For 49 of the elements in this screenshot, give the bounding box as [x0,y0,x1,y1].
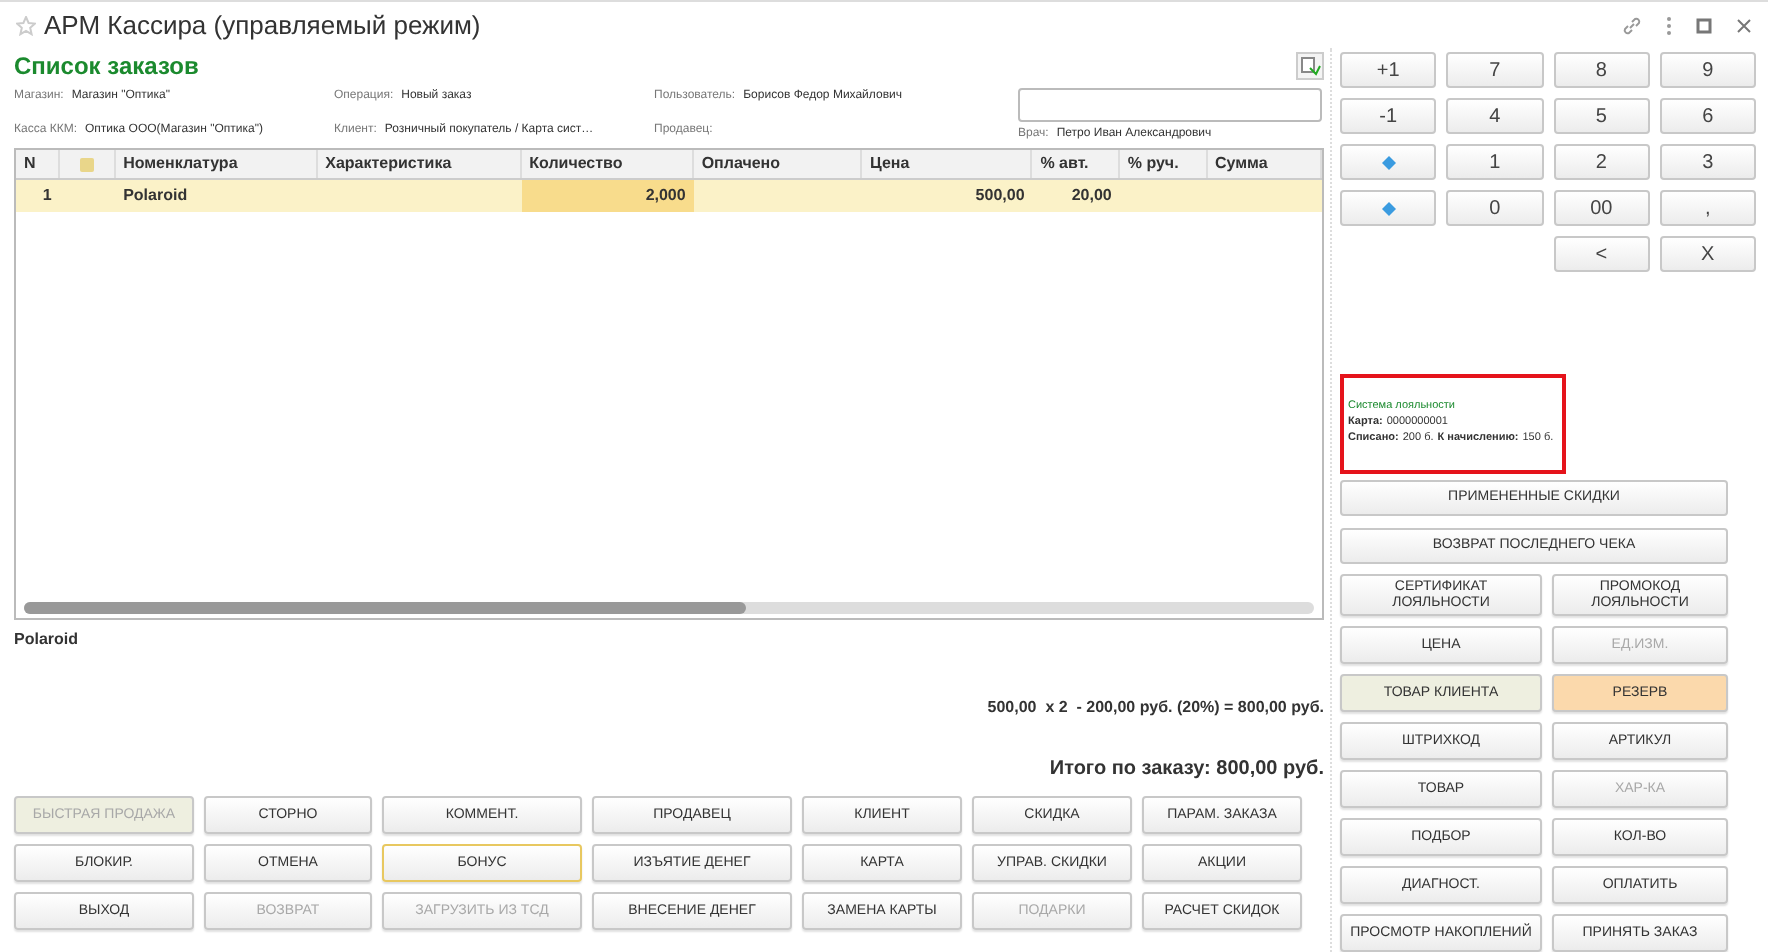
close-icon[interactable] [1736,17,1752,33]
keypad-button[interactable]: 3 [1659,144,1756,180]
keypad-button[interactable]: < [1553,236,1650,272]
table-cell: 2,000 [521,180,694,212]
column-header[interactable]: % руч. [1119,150,1207,178]
keypad-button[interactable]: 0 [1446,190,1543,226]
keypad-button[interactable]: 7 [1446,52,1543,88]
horizontal-scrollbar[interactable] [24,602,1314,614]
diamond-icon [1381,201,1396,215]
keypad-button[interactable]: X [1659,236,1756,272]
keypad-button[interactable]: -1 [1340,98,1437,134]
keypad-button[interactable]: 2 [1553,144,1650,180]
line-calculation: 500,00 x 2 - 200,00 руб. (20%) = 800,00 руб. [987,696,1324,720]
table-cell-text: 20,00 [1069,184,1114,208]
keypad-button[interactable]: 5 [1553,98,1650,134]
column-header[interactable]: N [16,150,60,178]
table-row[interactable]: 1 Polaroid 2,000 500,00 20,00 [16,180,1322,212]
keypad-button[interactable]: 8 [1553,52,1650,88]
keypad-button[interactable]: 1 [1446,144,1543,180]
table-cell-text: 500,00 [973,184,1027,208]
restore-icon[interactable] [1696,17,1712,33]
diamond-icon [1381,155,1396,169]
selected-item-name: Polaroid [14,628,81,652]
link-icon[interactable] [1622,15,1642,35]
column-header[interactable]: Оплачено [693,150,863,178]
order-total: Итого по заказу: 800,00 руб. [1049,756,1324,784]
keypad-button[interactable]: +1 [1340,52,1437,88]
attachment-icon [79,157,94,171]
star-icon[interactable] [16,15,36,35]
table-cell-text: Polaroid [121,184,190,208]
window-title: АРМ Кассира (управляемый режим) [44,7,481,44]
column-header[interactable]: Характеристика [317,150,522,178]
more-icon[interactable] [1666,15,1672,35]
column-header[interactable]: % авт. [1032,150,1120,178]
table-cell-text: 1 [40,184,54,208]
keypad-button[interactable]: , [1659,190,1756,226]
keypad-button[interactable] [1340,190,1437,226]
keypad-button[interactable]: 9 [1659,52,1756,88]
form-title: Список заказов [14,50,199,84]
keypad-button[interactable]: 4 [1446,98,1543,134]
keypad-button[interactable] [1340,144,1437,180]
export-icon[interactable] [1296,52,1324,80]
search-field[interactable] [1018,88,1322,122]
column-header[interactable]: Номенклатура [115,150,318,178]
column-header[interactable]: Количество [521,150,694,178]
keypad-button[interactable]: 6 [1659,98,1756,134]
column-header[interactable]: Цена [862,150,1033,178]
keypad-button[interactable]: 00 [1553,190,1650,226]
column-header[interactable]: Сумма [1207,150,1322,178]
